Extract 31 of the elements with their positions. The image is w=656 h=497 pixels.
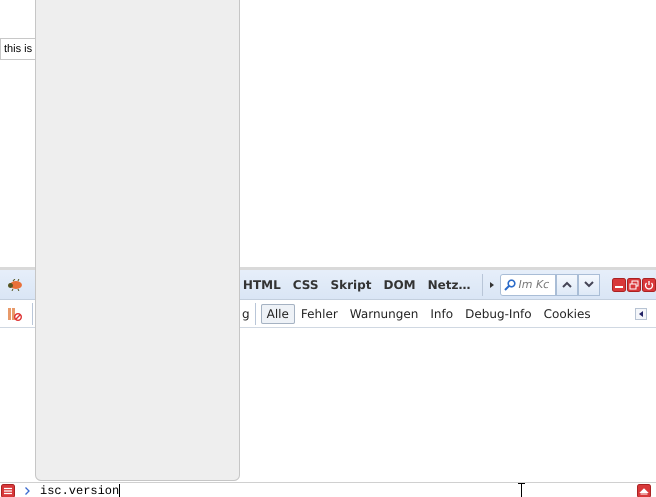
- bug-icon[interactable]: [7, 278, 23, 290]
- panel-tab[interactable]: HTML: [236, 274, 287, 294]
- filter-button[interactable]: Debug-Info: [459, 304, 538, 324]
- scroll-left-button[interactable]: [635, 308, 647, 320]
- panel-tab[interactable]: DOM: [378, 274, 422, 294]
- text-cursor-icon: [518, 483, 526, 497]
- chevron-up-icon: [562, 281, 572, 288]
- menu-icon[interactable]: [1, 484, 15, 497]
- prompt-icon: [25, 486, 30, 494]
- pause-icon[interactable]: [8, 306, 22, 320]
- power-button[interactable]: [642, 278, 656, 292]
- panel-tab[interactable]: CSS: [286, 274, 325, 294]
- filter-button[interactable]: Fehler: [294, 304, 344, 324]
- next-button[interactable]: [578, 274, 600, 296]
- search-field[interactable]: Im Kc: [500, 274, 556, 296]
- filter-button[interactable]: Alle: [260, 304, 295, 324]
- search-icon: [504, 278, 516, 290]
- panel-tab[interactable]: Skript: [324, 274, 378, 294]
- chevron-down-icon: [584, 281, 594, 288]
- triangle-icon[interactable]: [490, 282, 494, 288]
- filter-button[interactable]: Warnungen: [344, 304, 424, 324]
- panel-tab[interactable]: Netz…: [422, 274, 477, 294]
- previous-button[interactable]: [556, 274, 578, 296]
- restore-button[interactable]: [627, 278, 641, 292]
- filter-button[interactable]: Info: [424, 304, 460, 324]
- expand-button[interactable]: [637, 484, 651, 497]
- command-input[interactable]: isc.version: [40, 484, 120, 497]
- triangle-icon: [639, 310, 643, 316]
- filter-button[interactable]: Cookies: [538, 304, 597, 324]
- minimize-button[interactable]: [612, 278, 626, 292]
- toolbar-label: g: [242, 306, 250, 320]
